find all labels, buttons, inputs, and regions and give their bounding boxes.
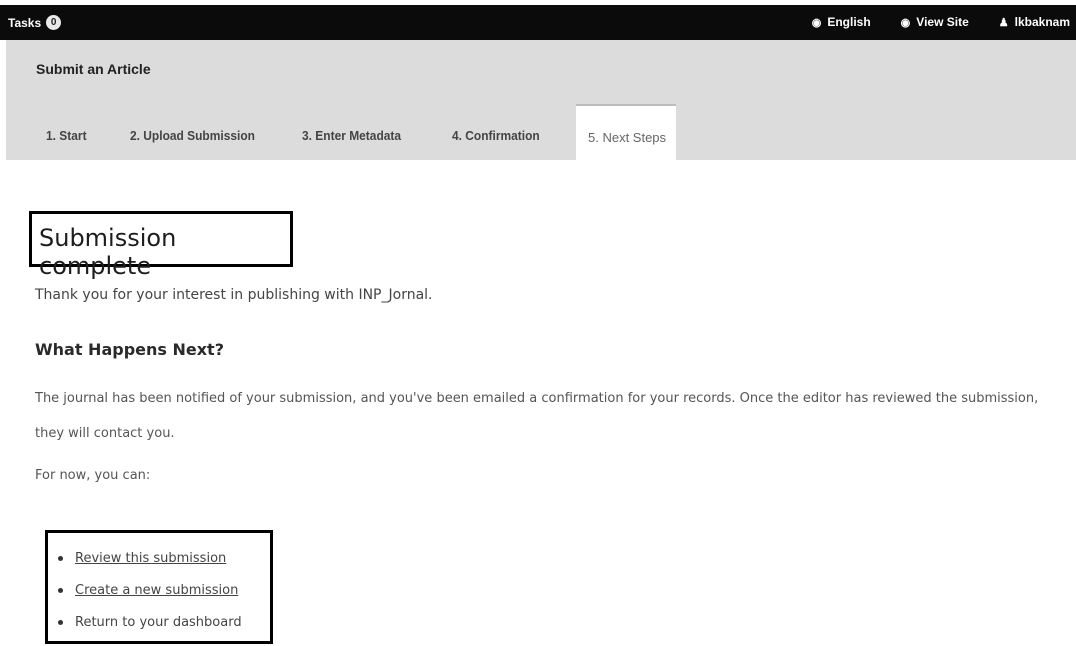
for-now-text: For now, you can: [35,468,151,483]
tab-start[interactable]: 1. Start [46,112,87,160]
thank-you-text: Thank you for your interest in publishin… [35,287,433,303]
tab-upload-submission[interactable]: 2. Upload Submission [130,112,255,160]
list-item: Review this submission [58,542,242,574]
page-header: Submit an Article 1. Start 2. Upload Sub… [6,40,1076,160]
tab-confirmation[interactable]: 4. Confirmation [452,112,540,160]
view-site-link[interactable]: ◉ View Site [901,15,969,29]
user-icon: ♟ [998,16,1009,29]
next-actions-list: Review this submission Create a new subm… [58,542,242,638]
tasks-button[interactable]: Tasks 0 [8,15,62,30]
top-nav-bar: Tasks 0 ◉ English ◉ View Site ♟ lkbaknam [0,5,1076,40]
bullet-icon [58,555,63,561]
globe-icon: ◉ [811,16,822,29]
top-links: ◉ English ◉ View Site ♟ lkbaknam [782,15,1070,29]
review-submission-link[interactable]: Review this submission [75,551,226,566]
tab-enter-metadata[interactable]: 3. Enter Metadata [302,112,401,160]
what-happens-next-heading: What Happens Next? [35,340,224,359]
bullet-icon [58,587,63,593]
return-dashboard-text[interactable]: Return to your dashboard [75,615,242,630]
language-link[interactable]: ◉ English [812,15,871,29]
page-header-title: Submit an Article [36,61,151,77]
actions-highlight-box: Review this submission Create a new subm… [45,530,273,644]
create-submission-link[interactable]: Create a new submission [75,583,238,598]
page-title: Submission complete [39,224,177,280]
notification-text: The journal has been notified of your su… [35,391,1039,441]
title-highlight-box: Submission complete [29,211,293,280]
view-site-label: View Site [916,15,969,29]
eye-icon: ◉ [900,16,911,29]
tab-next-steps[interactable]: 5. Next Steps [576,104,676,160]
list-item: Create a new submission [58,574,242,606]
username-label: lkbaknam [1014,15,1070,29]
list-item: Return to your dashboard [58,606,242,638]
tasks-label: Tasks [8,15,42,30]
bullet-icon [58,619,63,625]
user-menu-link[interactable]: ♟ lkbaknam [999,15,1070,29]
tasks-count-badge: 0 [46,15,62,30]
language-label: English [827,15,871,29]
